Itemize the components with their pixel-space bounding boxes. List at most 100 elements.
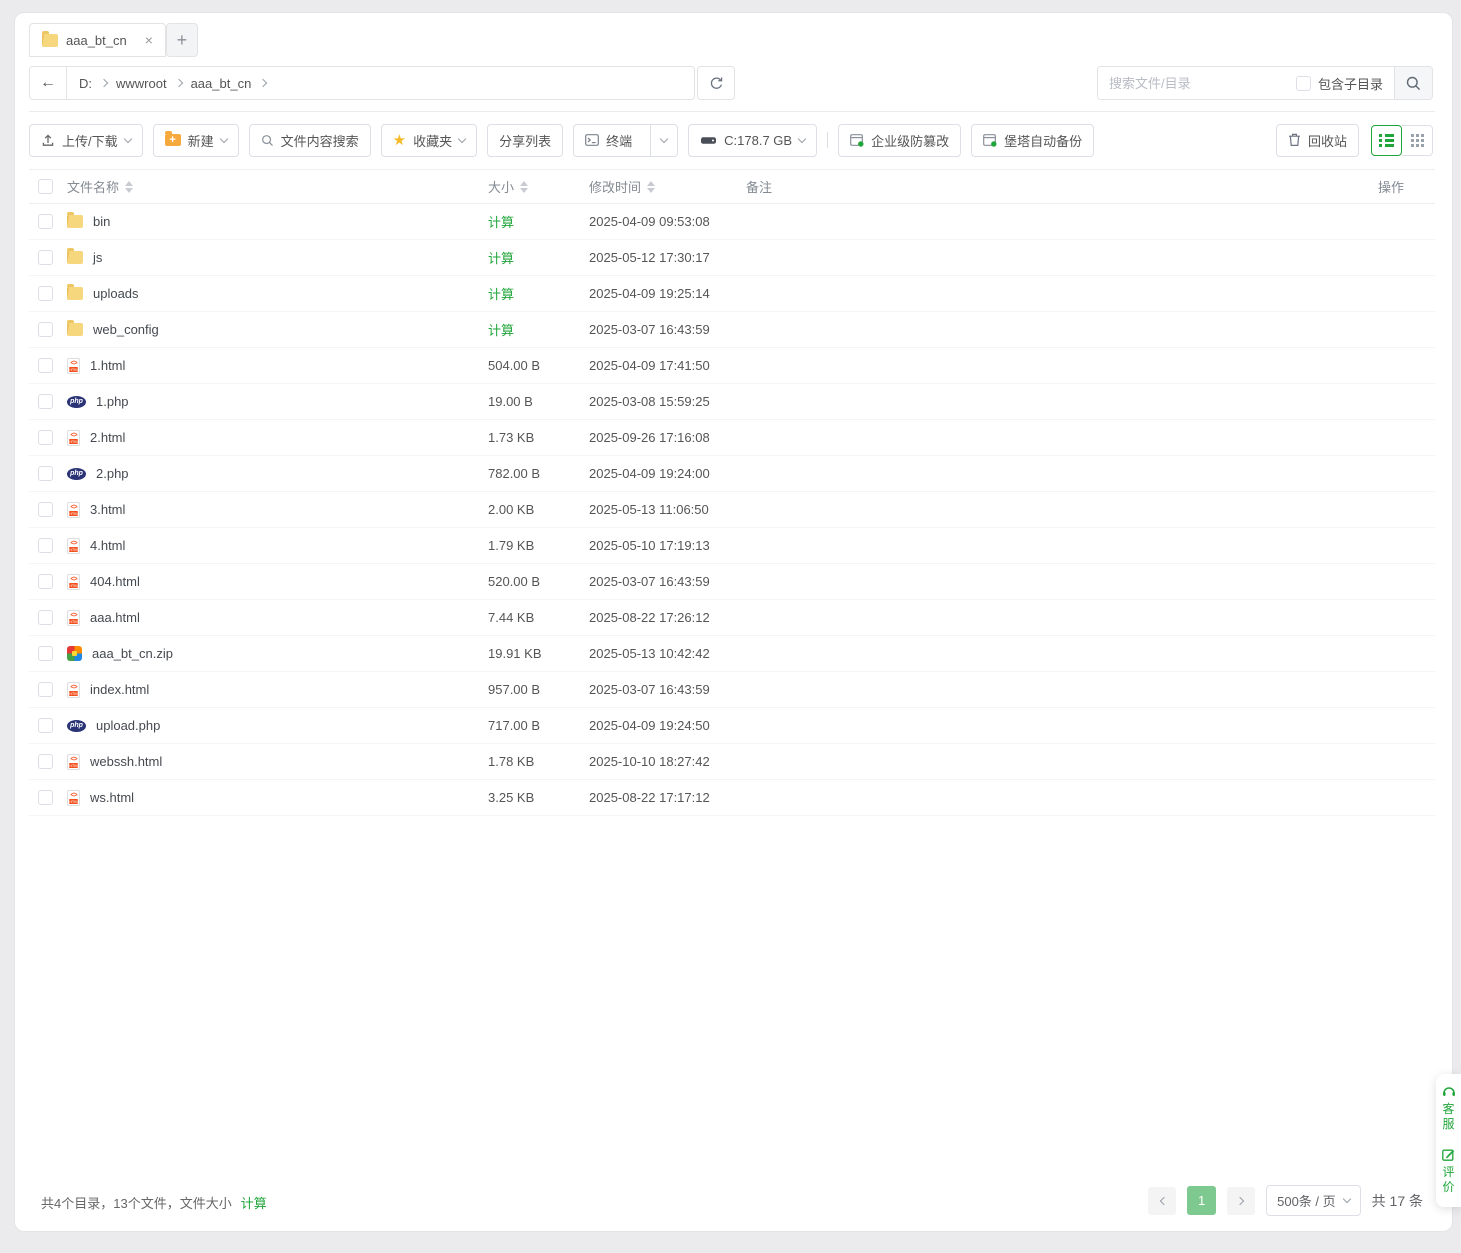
file-name[interactable]: bin (93, 214, 110, 229)
table-row[interactable]: js 计算 2025-05-12 17:30:17 (29, 240, 1435, 276)
row-checkbox[interactable] (38, 790, 53, 805)
sort-size-control[interactable] (520, 181, 528, 193)
table-row[interactable]: upload.php 717.00 B 2025-04-09 19:24:50 (29, 708, 1435, 744)
page-size-select[interactable]: 500条 / 页 (1266, 1185, 1361, 1216)
table-row[interactable]: bin 计算 2025-04-09 09:53:08 (29, 204, 1435, 240)
share-list-button[interactable]: 分享列表 (487, 124, 563, 157)
table-row[interactable]: 1.php 19.00 B 2025-03-08 15:59:25 (29, 384, 1435, 420)
row-checkbox[interactable] (38, 250, 53, 265)
row-checkbox[interactable] (38, 754, 53, 769)
new-item-button[interactable]: 新建 (153, 124, 239, 157)
row-checkbox[interactable] (38, 322, 53, 337)
table-row[interactable]: 404.html 520.00 B 2025-03-07 16:43:59 (29, 564, 1435, 600)
recycle-bin-button[interactable]: 回收站 (1276, 124, 1359, 157)
file-mtime: 2025-04-09 19:24:50 (589, 718, 710, 733)
list-view-button[interactable] (1371, 125, 1402, 156)
file-name[interactable]: 1.html (90, 358, 125, 373)
breadcrumb-drive[interactable]: D: (79, 76, 92, 91)
upload-download-button[interactable]: 上传/下载 (29, 124, 143, 157)
file-name[interactable]: 1.php (96, 394, 129, 409)
file-name[interactable]: aaa_bt_cn.zip (92, 646, 173, 661)
table-row[interactable]: uploads 计算 2025-04-09 19:25:14 (29, 276, 1435, 312)
row-checkbox[interactable] (38, 214, 53, 229)
file-name[interactable]: 3.html (90, 502, 125, 517)
table-row[interactable]: web_config 计算 2025-03-07 16:43:59 (29, 312, 1435, 348)
file-name[interactable]: 2.php (96, 466, 129, 481)
table-row[interactable]: 4.html 1.79 KB 2025-05-10 17:19:13 (29, 528, 1435, 564)
file-name[interactable]: 404.html (90, 574, 140, 589)
feedback-button[interactable]: 评价 (1442, 1148, 1456, 1195)
include-subdir-option[interactable]: 包含子目录 (1296, 74, 1394, 93)
row-checkbox[interactable] (38, 466, 53, 481)
row-checkbox[interactable] (38, 394, 53, 409)
file-name[interactable]: ws.html (90, 790, 134, 805)
chevron-left-icon (1159, 1196, 1167, 1204)
row-checkbox[interactable] (38, 502, 53, 517)
file-name[interactable]: 2.html (90, 430, 125, 445)
disk-space-button[interactable]: C:178.7 GB (688, 124, 817, 157)
tab-current-directory[interactable]: aaa_bt_cn × (29, 23, 166, 57)
chevron-right-icon (259, 79, 267, 87)
row-checkbox[interactable] (38, 682, 53, 697)
file-mtime: 2025-04-09 17:41:50 (589, 358, 710, 373)
customer-service-button[interactable]: 客服 (1442, 1085, 1456, 1132)
calc-size-link[interactable]: 计算 (488, 284, 514, 303)
include-subdir-checkbox[interactable] (1296, 76, 1311, 91)
row-checkbox[interactable] (38, 430, 53, 445)
back-button[interactable]: ← (30, 67, 67, 99)
add-tab-button[interactable]: + (166, 23, 198, 57)
table-row[interactable]: 3.html 2.00 KB 2025-05-13 11:06:50 (29, 492, 1435, 528)
file-size: 19.91 KB (488, 646, 542, 661)
refresh-button[interactable] (697, 66, 735, 100)
file-name[interactable]: 4.html (90, 538, 125, 553)
table-row[interactable]: ws.html 3.25 KB 2025-08-22 17:17:12 (29, 780, 1435, 816)
file-name[interactable]: index.html (90, 682, 149, 697)
calc-size-link[interactable]: 计算 (488, 248, 514, 267)
file-name[interactable]: aaa.html (90, 610, 140, 625)
breadcrumb-current[interactable]: aaa_bt_cn (191, 76, 252, 91)
calc-size-link[interactable]: 计算 (488, 212, 514, 231)
search-icon (1405, 75, 1422, 92)
table-row[interactable]: webssh.html 1.78 KB 2025-10-10 18:27:42 (29, 744, 1435, 780)
row-checkbox[interactable] (38, 610, 53, 625)
auto-backup-button[interactable]: 堡塔自动备份 (971, 124, 1094, 157)
search-input[interactable] (1098, 67, 1296, 99)
file-name[interactable]: uploads (93, 286, 139, 301)
search-button[interactable] (1394, 67, 1432, 99)
headset-icon (1442, 1085, 1456, 1098)
close-icon[interactable]: × (135, 32, 153, 48)
file-mtime: 2025-05-12 17:30:17 (589, 250, 710, 265)
tamper-proof-button[interactable]: 企业级防篡改 (838, 124, 961, 157)
file-name[interactable]: webssh.html (90, 754, 162, 769)
sort-name-control[interactable] (125, 181, 133, 193)
row-checkbox[interactable] (38, 718, 53, 733)
row-checkbox[interactable] (38, 358, 53, 373)
table-row[interactable]: index.html 957.00 B 2025-03-07 16:43:59 (29, 672, 1435, 708)
content-search-button[interactable]: 文件内容搜索 (249, 124, 371, 157)
file-size: 1.79 KB (488, 538, 534, 553)
breadcrumb-wwwroot[interactable]: wwwroot (116, 76, 167, 91)
table-row[interactable]: 2.php 782.00 B 2025-04-09 19:24:00 (29, 456, 1435, 492)
sort-mtime-control[interactable] (647, 181, 655, 193)
next-page-button[interactable] (1227, 1187, 1255, 1215)
favorites-button[interactable]: ★ 收藏夹 (381, 124, 477, 157)
grid-view-button[interactable] (1402, 125, 1433, 156)
calc-size-link[interactable]: 计算 (241, 1193, 267, 1212)
prev-page-button[interactable] (1148, 1187, 1176, 1215)
table-row[interactable]: 2.html 1.73 KB 2025-09-26 17:16:08 (29, 420, 1435, 456)
row-checkbox[interactable] (38, 646, 53, 661)
calc-size-link[interactable]: 计算 (488, 320, 514, 339)
row-checkbox[interactable] (38, 574, 53, 589)
file-name[interactable]: web_config (93, 322, 159, 337)
terminal-dropdown-button[interactable] (650, 125, 677, 156)
table-row[interactable]: aaa.html 7.44 KB 2025-08-22 17:26:12 (29, 600, 1435, 636)
file-name[interactable]: js (93, 250, 102, 265)
select-all-checkbox[interactable] (38, 179, 53, 194)
table-row[interactable]: aaa_bt_cn.zip 19.91 KB 2025-05-13 10:42:… (29, 636, 1435, 672)
terminal-button[interactable]: 终端 (573, 124, 678, 157)
file-name[interactable]: upload.php (96, 718, 160, 733)
table-row[interactable]: 1.html 504.00 B 2025-04-09 17:41:50 (29, 348, 1435, 384)
row-checkbox[interactable] (38, 286, 53, 301)
row-checkbox[interactable] (38, 538, 53, 553)
current-page-button[interactable]: 1 (1187, 1186, 1216, 1215)
